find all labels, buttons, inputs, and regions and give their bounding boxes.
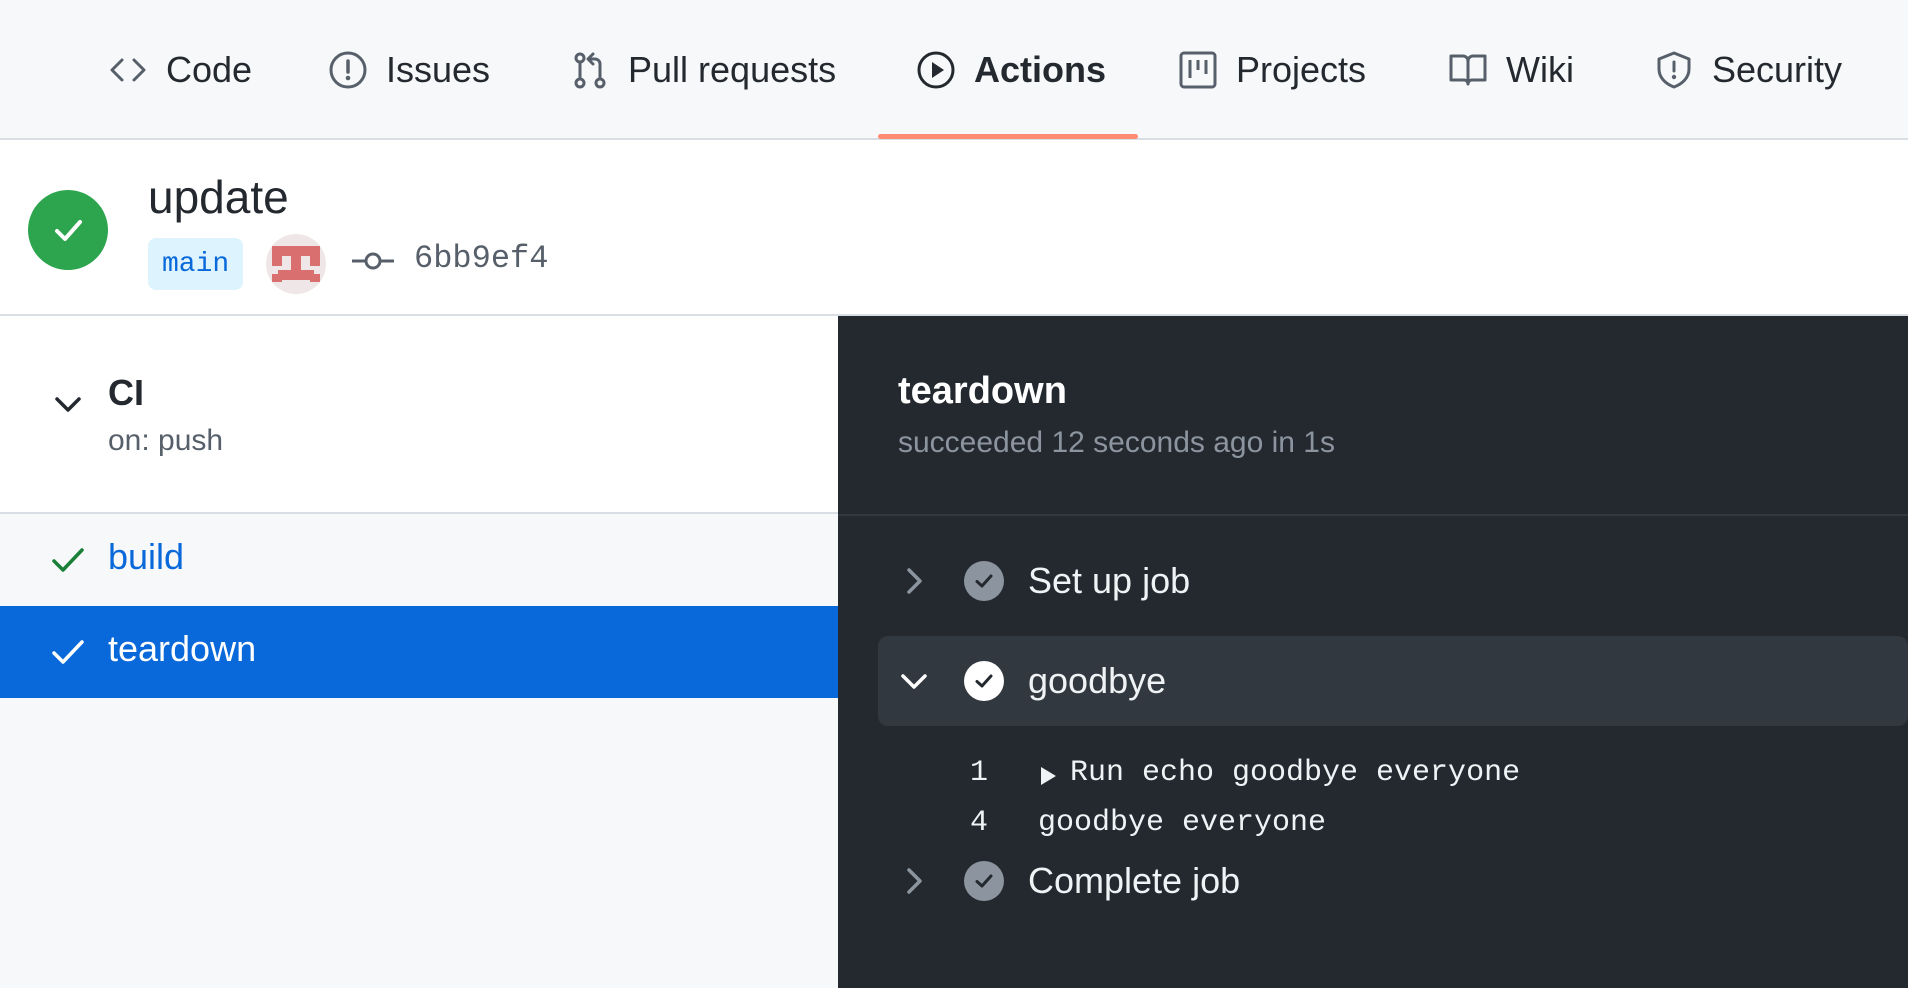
log-text: Run echo goodbye everyone [1070,756,1521,790]
repo-nav: Code Issues Pull requests Actions Projec… [0,0,1908,140]
log-line[interactable]: 1 Run echo goodbye everyone [838,756,1908,804]
step-complete-job[interactable]: Complete job [878,836,1908,926]
issue-icon [328,50,368,90]
play-icon [916,50,956,90]
branch-badge[interactable]: main [148,238,244,290]
active-tab-indicator [878,134,1138,139]
step-success-icon [964,661,1004,701]
tab-label: Issues [386,49,491,90]
commit-icon [352,252,394,270]
commit-sha-link[interactable]: 6bb9ef4 [414,240,548,277]
job-log-pane: teardown succeeded 12 seconds ago in 1s … [838,316,1908,988]
check-icon [52,548,84,572]
shield-icon [1654,50,1694,90]
step-label: goodbye [1028,660,1167,701]
chevron-down-icon [901,674,927,689]
tab-projects[interactable]: Projects [1178,0,1366,140]
avatar[interactable] [266,234,326,294]
book-icon [1448,50,1488,90]
job-label: build [108,536,185,577]
tab-issues[interactable]: Issues [328,0,490,140]
tab-code[interactable]: Code [108,0,252,140]
chevron-down-icon[interactable] [52,388,84,420]
job-label: teardown [108,628,257,669]
workflow-name: CI [108,372,144,413]
tab-label: Wiki [1506,49,1574,90]
step-set-up-job[interactable]: Set up job [878,536,1908,626]
triangle-right-icon[interactable] [1038,765,1058,787]
check-icon [55,220,82,241]
code-icon [108,50,148,90]
step-success-icon [964,561,1004,601]
step-goodbye[interactable]: goodbye [878,636,1908,726]
tab-label: Pull requests [628,49,837,90]
tab-label: Code [166,49,253,90]
step-label: Set up job [1028,560,1191,601]
divider [838,514,1908,516]
run-title: update [148,171,289,223]
tab-pull-requests[interactable]: Pull requests [570,0,836,140]
job-title: teardown [898,370,1067,412]
step-label: Complete job [1028,860,1241,901]
step-success-icon [964,861,1004,901]
tab-wiki[interactable]: Wiki [1448,0,1574,140]
job-item-teardown[interactable]: teardown [0,606,838,698]
chevron-right-icon [907,868,922,894]
jobs-sidebar: CI on: push build teardown [0,318,838,988]
job-item-build[interactable]: build [0,514,838,606]
project-icon [1178,50,1218,90]
chevron-right-icon [907,568,922,594]
job-summary: succeeded 12 seconds ago in 1s [898,426,1335,459]
workflow-summary[interactable]: CI on: push [0,318,838,514]
log-text: goodbye everyone [1038,806,1327,840]
line-number: 1 [969,756,988,790]
pull-request-icon [570,50,610,90]
line-number: 4 [969,806,988,840]
tab-label: Security [1712,49,1843,90]
tab-label: Projects [1236,49,1367,90]
tab-security[interactable]: Security [1654,0,1842,140]
check-icon [52,640,84,664]
workflow-trigger: on: push [108,424,224,457]
tab-actions[interactable]: Actions [916,0,1106,140]
run-status-icon [28,190,108,270]
tab-label: Actions [974,49,1107,90]
run-header: update main 6bb9ef4 [0,140,1908,316]
